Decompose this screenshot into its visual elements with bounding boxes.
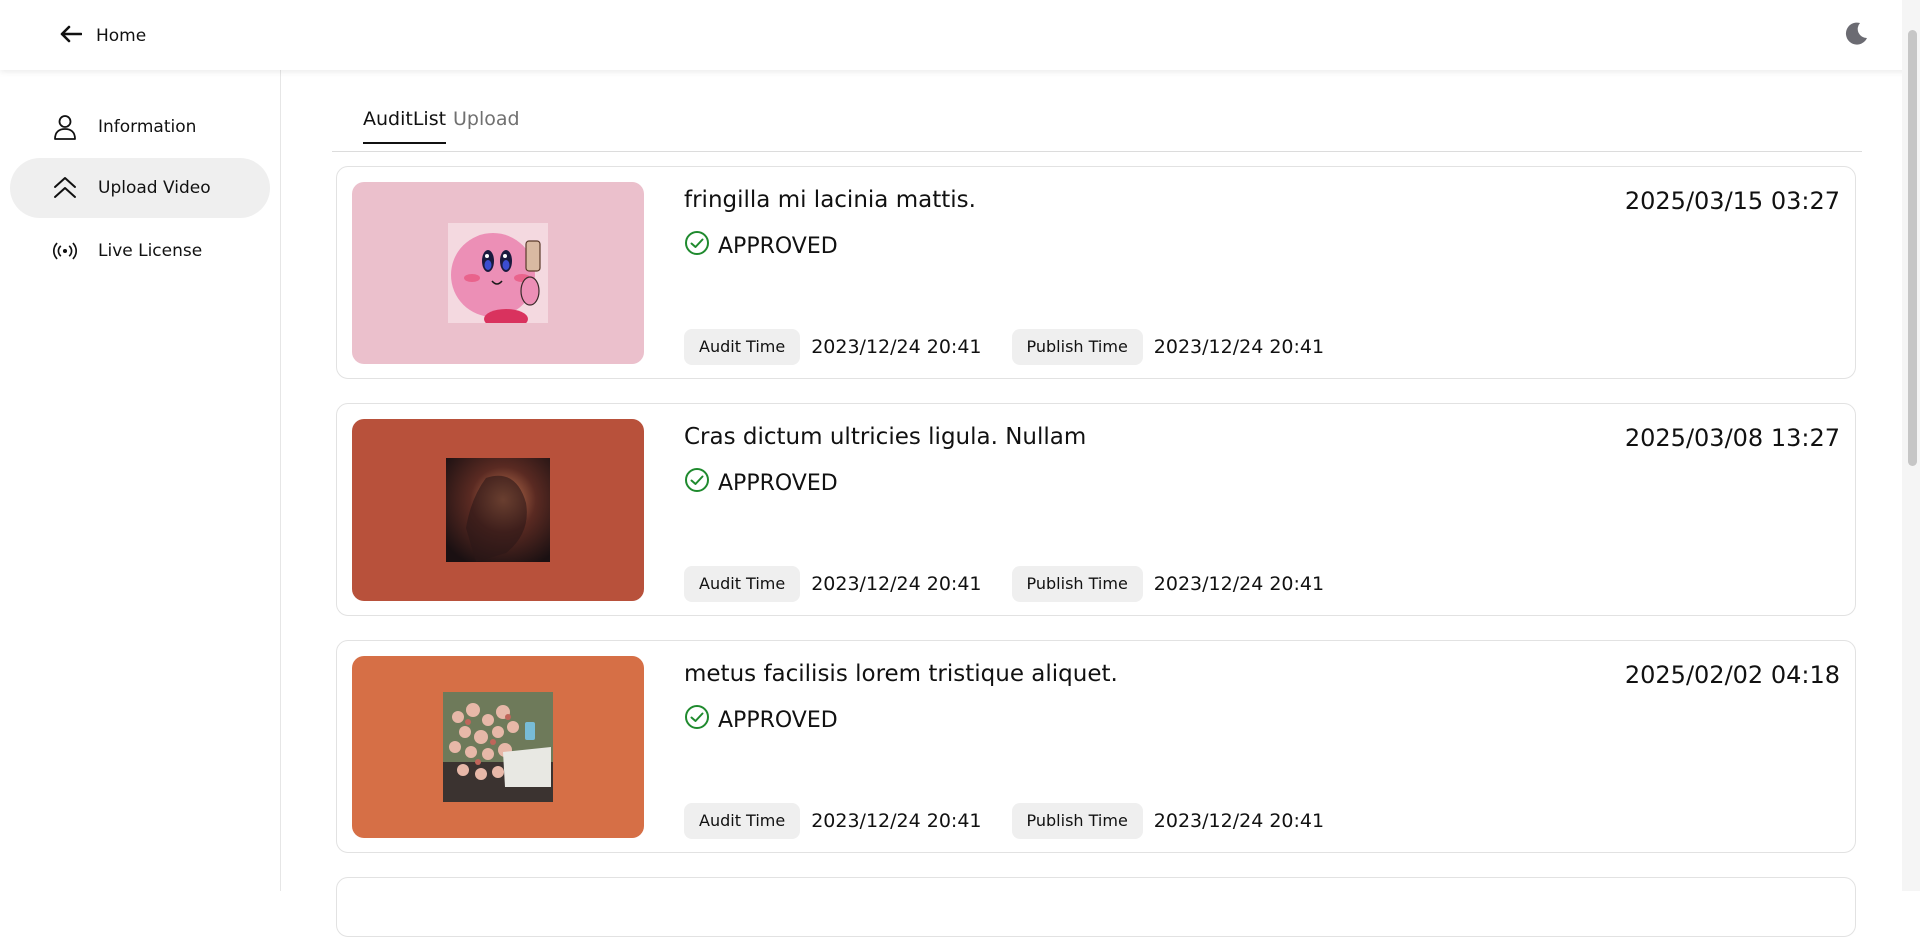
home-label: Home	[96, 26, 147, 46]
publish-time-label: Publish Time	[1011, 566, 1143, 602]
audit-time-value: 2023/12/24 20:41	[811, 336, 982, 358]
audit-time-label: Audit Time	[684, 566, 801, 602]
arrow-left-icon	[60, 25, 83, 47]
publish-time-value: 2023/12/24 20:41	[1153, 336, 1325, 358]
audit-card[interactable]	[336, 877, 1856, 937]
sidebar-item-information[interactable]: Information	[10, 97, 270, 157]
sidebar-item-upload-video[interactable]: Upload Video	[10, 158, 270, 218]
audit-card[interactable]: Cras dictum ultricies ligula. Nullam 202…	[336, 403, 1856, 616]
top-bar: Home	[0, 0, 1920, 70]
check-circle-icon	[684, 230, 710, 262]
audit-time-label: Audit Time	[684, 803, 801, 839]
audit-card[interactable]: metus facilisis lorem tristique aliquet.…	[336, 640, 1856, 853]
video-thumbnail[interactable]	[352, 656, 644, 838]
sidebar-item-live-license[interactable]: Live License	[10, 221, 270, 281]
broadcast-icon	[52, 238, 78, 264]
thumbnail-image	[448, 223, 548, 323]
vertical-scrollbar[interactable]	[1902, 0, 1920, 891]
publish-time-label: Publish Time	[1011, 803, 1143, 839]
audit-time-value: 2023/12/24 20:41	[811, 810, 982, 832]
chevrons-up-icon	[52, 175, 78, 201]
tab-bar: AuditList Upload	[332, 70, 1862, 152]
audit-card[interactable]: fringilla mi lacinia mattis. 2025/03/15 …	[336, 166, 1856, 379]
scrollbar-thumb[interactable]	[1908, 30, 1917, 466]
time-meta: Audit Time 2023/12/24 20:41 Publish Time…	[684, 803, 1354, 839]
publish-time-value: 2023/12/24 20:41	[1153, 810, 1325, 832]
thumbnail-image	[443, 692, 553, 802]
video-date: 2025/03/15 03:27	[1624, 187, 1840, 215]
sidebar-item-label: Upload Video	[98, 178, 211, 198]
publish-time-label: Publish Time	[1011, 329, 1143, 365]
video-thumbnail[interactable]	[352, 182, 644, 364]
sidebar: Information Upload Video Live License	[0, 70, 281, 891]
video-title[interactable]: Cras dictum ultricies ligula. Nullam	[684, 424, 1086, 450]
audit-time-label: Audit Time	[684, 329, 801, 365]
sidebar-item-label: Information	[98, 117, 197, 137]
check-circle-icon	[684, 467, 710, 499]
audit-time-value: 2023/12/24 20:41	[811, 573, 982, 595]
time-meta: Audit Time 2023/12/24 20:41 Publish Time…	[684, 329, 1354, 365]
tab-auditlist[interactable]: AuditList	[363, 108, 447, 144]
thumbnail-image	[446, 458, 550, 562]
status-approved: APPROVED	[684, 467, 838, 499]
home-back-link[interactable]: Home	[60, 22, 146, 50]
status-text: APPROVED	[718, 470, 838, 496]
moon-icon	[1843, 21, 1869, 51]
status-text: APPROVED	[718, 707, 838, 733]
publish-time-value: 2023/12/24 20:41	[1153, 573, 1325, 595]
tab-upload[interactable]: Upload	[453, 108, 520, 142]
time-meta: Audit Time 2023/12/24 20:41 Publish Time…	[684, 566, 1354, 602]
user-icon	[52, 114, 78, 140]
video-thumbnail[interactable]	[352, 419, 644, 601]
status-approved: APPROVED	[684, 704, 838, 736]
video-title[interactable]: fringilla mi lacinia mattis.	[684, 187, 976, 213]
check-circle-icon	[684, 704, 710, 736]
dark-mode-toggle[interactable]	[1840, 20, 1872, 52]
status-text: APPROVED	[718, 233, 838, 259]
main-content: AuditList Upload fringilla mi lacinia ma…	[282, 70, 1902, 937]
video-title[interactable]: metus facilisis lorem tristique aliquet.	[684, 661, 1118, 687]
video-date: 2025/02/02 04:18	[1624, 661, 1840, 689]
video-date: 2025/03/08 13:27	[1624, 424, 1840, 452]
status-approved: APPROVED	[684, 230, 838, 262]
sidebar-item-label: Live License	[98, 241, 203, 261]
